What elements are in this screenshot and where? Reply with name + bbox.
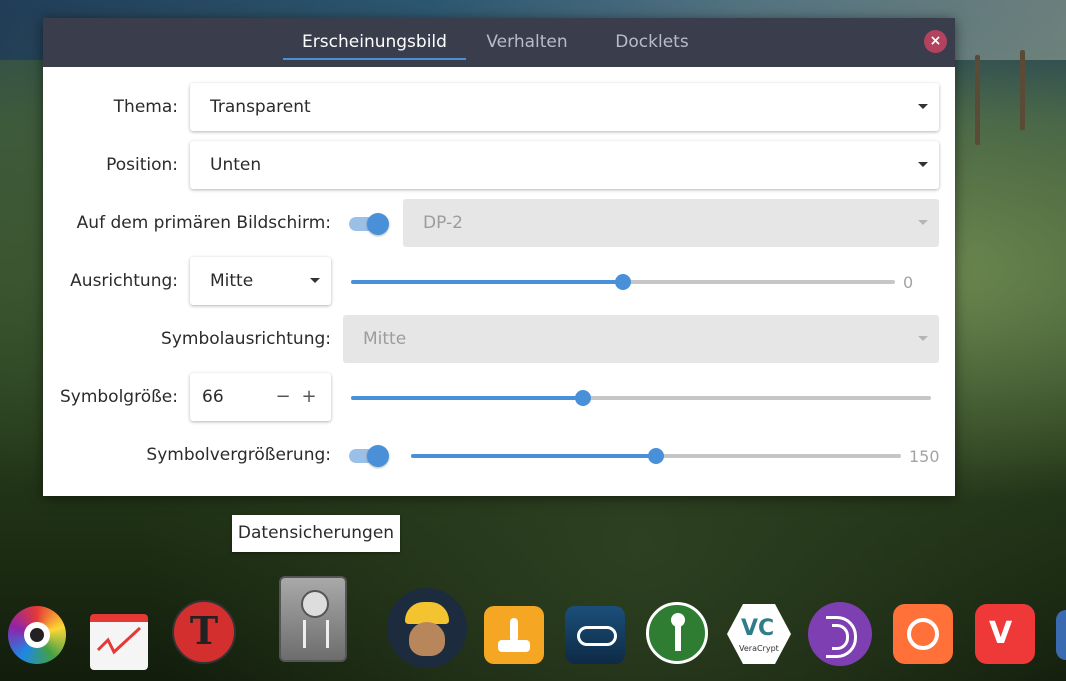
ausrichtung-label: Ausrichtung:: [70, 271, 178, 291]
red-t-app-icon[interactable]: T: [172, 600, 236, 664]
steam-icon[interactable]: [565, 606, 625, 664]
zoom-value: 150: [909, 447, 940, 466]
zoom-slider[interactable]: [411, 448, 901, 464]
dock-tooltip: Datensicherungen: [232, 515, 400, 552]
veracrypt-label: VeraCrypt: [739, 644, 779, 653]
slider-fill: [351, 280, 623, 284]
symbolausrichtung-select: Mitte: [343, 315, 939, 363]
zoom-switch[interactable]: [349, 445, 389, 467]
position-label: Position:: [106, 155, 178, 175]
slider-handle[interactable]: [648, 448, 664, 464]
primary-screen-label: Auf dem primären Bildschirm:: [76, 213, 331, 233]
slider-handle[interactable]: [575, 390, 591, 406]
tab-erscheinungsbild[interactable]: Erscheinungsbild: [283, 18, 466, 67]
fence-post: [975, 55, 980, 145]
chevron-down-icon: [918, 336, 928, 341]
zoom-label: Symbolvergrößerung:: [146, 445, 331, 465]
chevron-down-icon: [918, 220, 928, 225]
symbolgroesse-label: Symbolgröße:: [59, 387, 178, 407]
monitor-select: DP-2: [403, 199, 939, 247]
mailspring-icon[interactable]: [387, 588, 467, 668]
offset-slider[interactable]: [351, 274, 895, 290]
tab-docklets[interactable]: Docklets: [603, 18, 701, 67]
chevron-down-icon: [918, 162, 928, 167]
decrement-button[interactable]: −: [274, 373, 292, 421]
symbolausrichtung-label: Symbolausrichtung:: [161, 329, 331, 349]
switch-knob: [367, 445, 389, 467]
fence-post: [1020, 50, 1025, 130]
monitor-value: DP-2: [423, 213, 463, 233]
partial-icon[interactable]: [1056, 610, 1066, 660]
switch-knob: [367, 213, 389, 235]
firefox-icon[interactable]: [893, 604, 953, 664]
position-value: Unten: [210, 155, 262, 175]
chevron-down-icon: [310, 278, 320, 283]
symbolgroesse-value[interactable]: 66: [202, 373, 224, 421]
slider-fill: [351, 396, 583, 400]
close-icon: ×: [929, 33, 942, 49]
keepassxc-icon[interactable]: [646, 602, 708, 664]
dialog-header: Erscheinungsbild Verhalten Docklets ×: [43, 18, 955, 67]
increment-button[interactable]: +: [300, 373, 318, 421]
ausrichtung-select[interactable]: Mitte: [190, 257, 331, 305]
preferences-dialog: Erscheinungsbild Verhalten Docklets × Th…: [43, 18, 955, 496]
slider-handle[interactable]: [615, 274, 631, 290]
thema-select[interactable]: Transparent: [190, 83, 939, 131]
thema-label: Thema:: [113, 97, 178, 117]
close-button[interactable]: ×: [924, 30, 947, 53]
symbolgroesse-stepper[interactable]: 66 − +: [190, 373, 331, 421]
symbolgroesse-slider[interactable]: [351, 390, 931, 406]
ausrichtung-value: Mitte: [210, 271, 254, 291]
primary-screen-switch[interactable]: [349, 213, 389, 235]
color-picker-icon[interactable]: [8, 606, 66, 664]
vivaldi-icon[interactable]: V: [975, 604, 1035, 664]
backup-safe-icon[interactable]: [279, 576, 347, 662]
symbolausrichtung-value: Mitte: [363, 329, 407, 349]
game-launcher-icon[interactable]: [484, 606, 544, 664]
tor-browser-icon[interactable]: [808, 602, 872, 666]
drawing-app-icon[interactable]: [90, 614, 148, 670]
thema-value: Transparent: [210, 97, 311, 117]
slider-fill: [411, 454, 656, 458]
veracrypt-icon[interactable]: VC VeraCrypt: [727, 604, 791, 664]
position-select[interactable]: Unten: [190, 141, 939, 189]
chevron-down-icon: [918, 104, 928, 109]
tab-verhalten[interactable]: Verhalten: [476, 18, 578, 67]
offset-value: 0: [903, 273, 914, 292]
